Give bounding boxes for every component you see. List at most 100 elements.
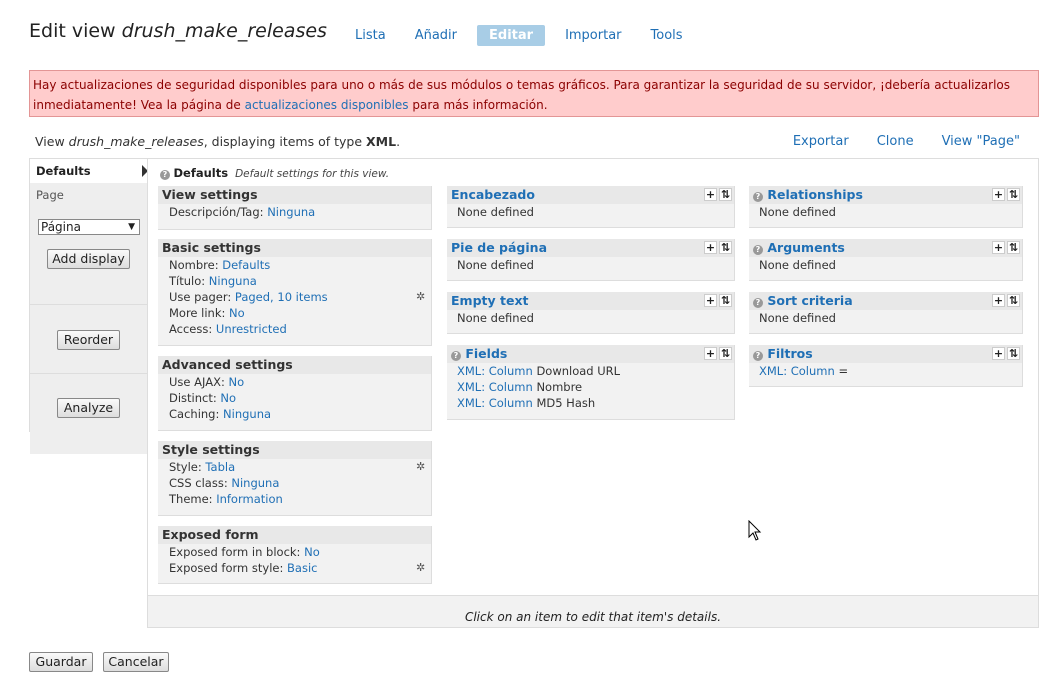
- rearrange-icon[interactable]: ⇅: [719, 294, 732, 307]
- relationships-title[interactable]: Relationships: [767, 187, 863, 202]
- chevron-down-icon: ▼: [128, 222, 135, 232]
- setting-value[interactable]: Tabla: [205, 460, 235, 474]
- tab-lista[interactable]: Lista: [346, 25, 395, 46]
- gear-icon[interactable]: ✲: [416, 291, 427, 302]
- setting-row[interactable]: Use AJAX: No: [158, 374, 431, 390]
- reorder-button[interactable]: Reorder: [57, 330, 120, 350]
- field-link[interactable]: XML: Column: [457, 396, 533, 410]
- field-link[interactable]: XML: Column: [457, 380, 533, 394]
- tab-editar[interactable]: Editar: [477, 25, 546, 46]
- arguments-title[interactable]: Arguments: [767, 240, 845, 255]
- rearrange-icon[interactable]: ⇅: [1007, 188, 1020, 201]
- plus-icon[interactable]: +: [992, 347, 1005, 360]
- setting-row[interactable]: Descripción/Tag: Ninguna: [158, 204, 431, 220]
- sidebar-item-page[interactable]: Page: [30, 183, 148, 207]
- setting-row[interactable]: More link: No: [158, 305, 431, 321]
- sort-criteria-header[interactable]: ? Sort criteria + ⇅: [749, 292, 1022, 310]
- help-icon[interactable]: ?: [753, 245, 763, 255]
- plus-icon[interactable]: +: [704, 241, 717, 254]
- pie-title[interactable]: Pie de página: [451, 240, 547, 255]
- field-row[interactable]: XML: Column Nombre: [447, 379, 734, 395]
- display-type-select[interactable]: Página ▼: [38, 219, 140, 235]
- gear-icon[interactable]: ✲: [416, 562, 427, 573]
- rearrange-icon[interactable]: ⇅: [719, 188, 732, 201]
- help-icon[interactable]: ?: [753, 351, 763, 361]
- relationships-header[interactable]: ? Relationships + ⇅: [749, 186, 1022, 204]
- setting-value[interactable]: No: [228, 375, 244, 389]
- add-display-button[interactable]: Add display: [47, 249, 130, 269]
- pie-header[interactable]: Pie de página + ⇅: [447, 239, 734, 257]
- export-link[interactable]: Exportar: [793, 134, 849, 149]
- setting-row[interactable]: Exposed form in block: No: [158, 544, 431, 560]
- setting-label: Distinct:: [169, 391, 217, 405]
- setting-row[interactable]: Access: Unrestricted: [158, 321, 431, 337]
- setting-value[interactable]: No: [220, 391, 236, 405]
- exposed-form-box: Exposed form Exposed form in block: No E…: [158, 526, 432, 584]
- filter-link[interactable]: XML: Column: [759, 364, 835, 378]
- rearrange-icon[interactable]: ⇅: [719, 347, 732, 360]
- save-button[interactable]: Guardar: [29, 652, 93, 672]
- view-page-link[interactable]: View "Page": [942, 134, 1020, 149]
- tab-importar[interactable]: Importar: [556, 25, 630, 46]
- field-link[interactable]: XML: Column: [457, 364, 533, 378]
- help-icon[interactable]: ?: [753, 192, 763, 202]
- field-row[interactable]: XML: Column MD5 Hash: [447, 395, 734, 411]
- setting-row[interactable]: Distinct: No: [158, 390, 431, 406]
- setting-row[interactable]: Exposed form style: Basic ✲: [158, 560, 431, 576]
- setting-row[interactable]: Style: Tabla ✲: [158, 459, 431, 475]
- filter-row[interactable]: XML: Column =: [749, 363, 1022, 379]
- setting-row[interactable]: Título: Ninguna: [158, 273, 431, 289]
- setting-row[interactable]: CSS class: Ninguna: [158, 475, 431, 491]
- sort-criteria-title[interactable]: Sort criteria: [767, 293, 852, 308]
- setting-value[interactable]: Information: [216, 492, 283, 506]
- encabezado-header[interactable]: Encabezado + ⇅: [447, 186, 734, 204]
- plus-icon[interactable]: +: [704, 188, 717, 201]
- plus-icon[interactable]: +: [704, 347, 717, 360]
- rearrange-icon[interactable]: ⇅: [1007, 347, 1020, 360]
- fields-header[interactable]: ? Fields + ⇅: [447, 345, 734, 363]
- gear-icon[interactable]: ✲: [416, 461, 427, 472]
- analyze-button[interactable]: Analyze: [57, 398, 120, 418]
- alert-updates-link[interactable]: actualizaciones disponibles: [245, 98, 409, 112]
- view-links: Exportar Clone View "Page": [793, 134, 1020, 149]
- header-actions: + ⇅: [704, 188, 732, 201]
- setting-value[interactable]: Ninguna: [209, 274, 257, 288]
- rearrange-icon[interactable]: ⇅: [1007, 294, 1020, 307]
- setting-value[interactable]: Paged, 10 items: [235, 290, 328, 304]
- filtros-header[interactable]: ? Filtros + ⇅: [749, 345, 1022, 363]
- cancel-button[interactable]: Cancelar: [103, 652, 169, 672]
- setting-row[interactable]: Caching: Ninguna: [158, 406, 431, 422]
- setting-value[interactable]: Ninguna: [267, 205, 315, 219]
- plus-icon[interactable]: +: [704, 294, 717, 307]
- setting-value[interactable]: No: [229, 306, 245, 320]
- clone-link[interactable]: Clone: [877, 134, 914, 149]
- setting-row[interactable]: Theme: Information: [158, 491, 431, 507]
- help-icon[interactable]: ?: [753, 298, 763, 308]
- help-icon[interactable]: ?: [160, 170, 170, 180]
- fields-title[interactable]: Fields: [465, 346, 507, 361]
- plus-icon[interactable]: +: [992, 294, 1005, 307]
- tab-tools[interactable]: Tools: [642, 25, 692, 46]
- setting-value[interactable]: Ninguna: [223, 407, 271, 421]
- tab-anadir[interactable]: Añadir: [406, 25, 466, 46]
- setting-row[interactable]: Use pager: Paged, 10 items ✲: [158, 289, 431, 305]
- help-icon[interactable]: ?: [451, 351, 461, 361]
- encabezado-title[interactable]: Encabezado: [451, 187, 535, 202]
- setting-value[interactable]: Defaults: [222, 258, 270, 272]
- rearrange-icon[interactable]: ⇅: [1007, 241, 1020, 254]
- arguments-header[interactable]: ? Arguments + ⇅: [749, 239, 1022, 257]
- setting-value[interactable]: Ninguna: [231, 476, 279, 490]
- empty-text-header[interactable]: Empty text + ⇅: [447, 292, 734, 310]
- setting-row[interactable]: Nombre: Defaults: [158, 257, 431, 273]
- filtros-title[interactable]: Filtros: [767, 346, 812, 361]
- field-row[interactable]: XML: Column Download URL: [447, 363, 734, 379]
- setting-value[interactable]: Unrestricted: [216, 322, 287, 336]
- setting-value[interactable]: No: [304, 545, 320, 559]
- display-settings: ? Defaults Default settings for this vie…: [147, 158, 1039, 595]
- setting-value[interactable]: Basic: [287, 561, 317, 575]
- plus-icon[interactable]: +: [992, 188, 1005, 201]
- empty-text-title[interactable]: Empty text: [451, 293, 528, 308]
- sidebar-item-defaults[interactable]: Defaults: [30, 159, 148, 183]
- plus-icon[interactable]: +: [992, 241, 1005, 254]
- rearrange-icon[interactable]: ⇅: [719, 241, 732, 254]
